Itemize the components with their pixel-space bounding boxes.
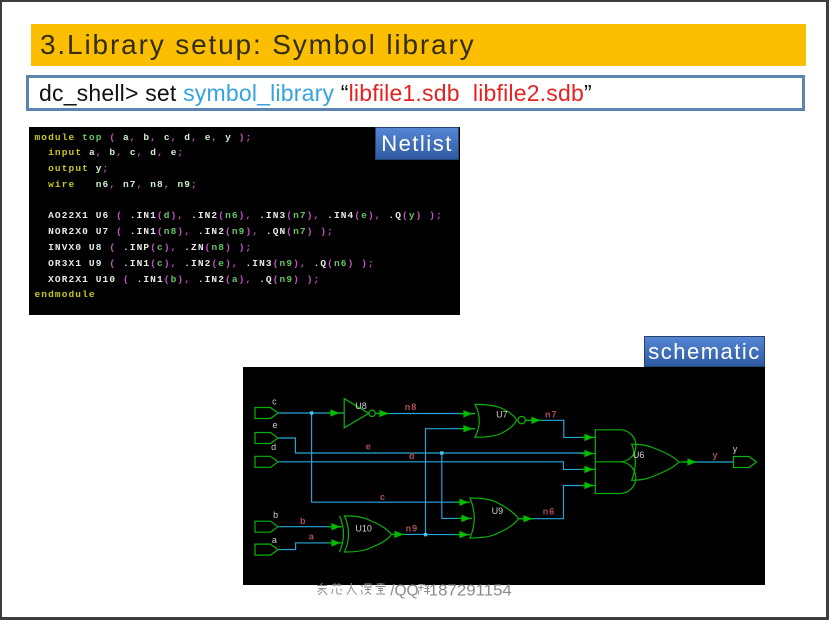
svg-text:b: b [300, 516, 307, 526]
svg-text:n8: n8 [405, 402, 418, 412]
svg-text:187291154: 187291154 [429, 582, 512, 599]
svg-text:c: c [272, 397, 277, 407]
svg-text:a: a [309, 531, 315, 541]
svg-text:n9: n9 [406, 523, 419, 533]
svg-text:b: b [273, 510, 278, 520]
svg-text:U7: U7 [496, 409, 508, 419]
svg-text:c: c [380, 492, 386, 502]
svg-text:U6: U6 [633, 450, 645, 460]
svg-text:n6: n6 [543, 507, 556, 517]
svg-text:n7: n7 [545, 409, 558, 419]
svg-text:e: e [272, 420, 277, 430]
svg-text:y: y [712, 450, 718, 460]
svg-text:d: d [409, 451, 416, 461]
svg-text:d: d [271, 442, 276, 452]
svg-text:U9: U9 [492, 506, 504, 516]
svg-text:U8: U8 [355, 401, 367, 411]
svg-text:e: e [366, 442, 372, 452]
svg-text:a: a [272, 535, 277, 545]
svg-text:/QQ: /QQ [390, 582, 418, 599]
svg-text:y: y [733, 444, 738, 454]
svg-text:U10: U10 [355, 523, 372, 533]
